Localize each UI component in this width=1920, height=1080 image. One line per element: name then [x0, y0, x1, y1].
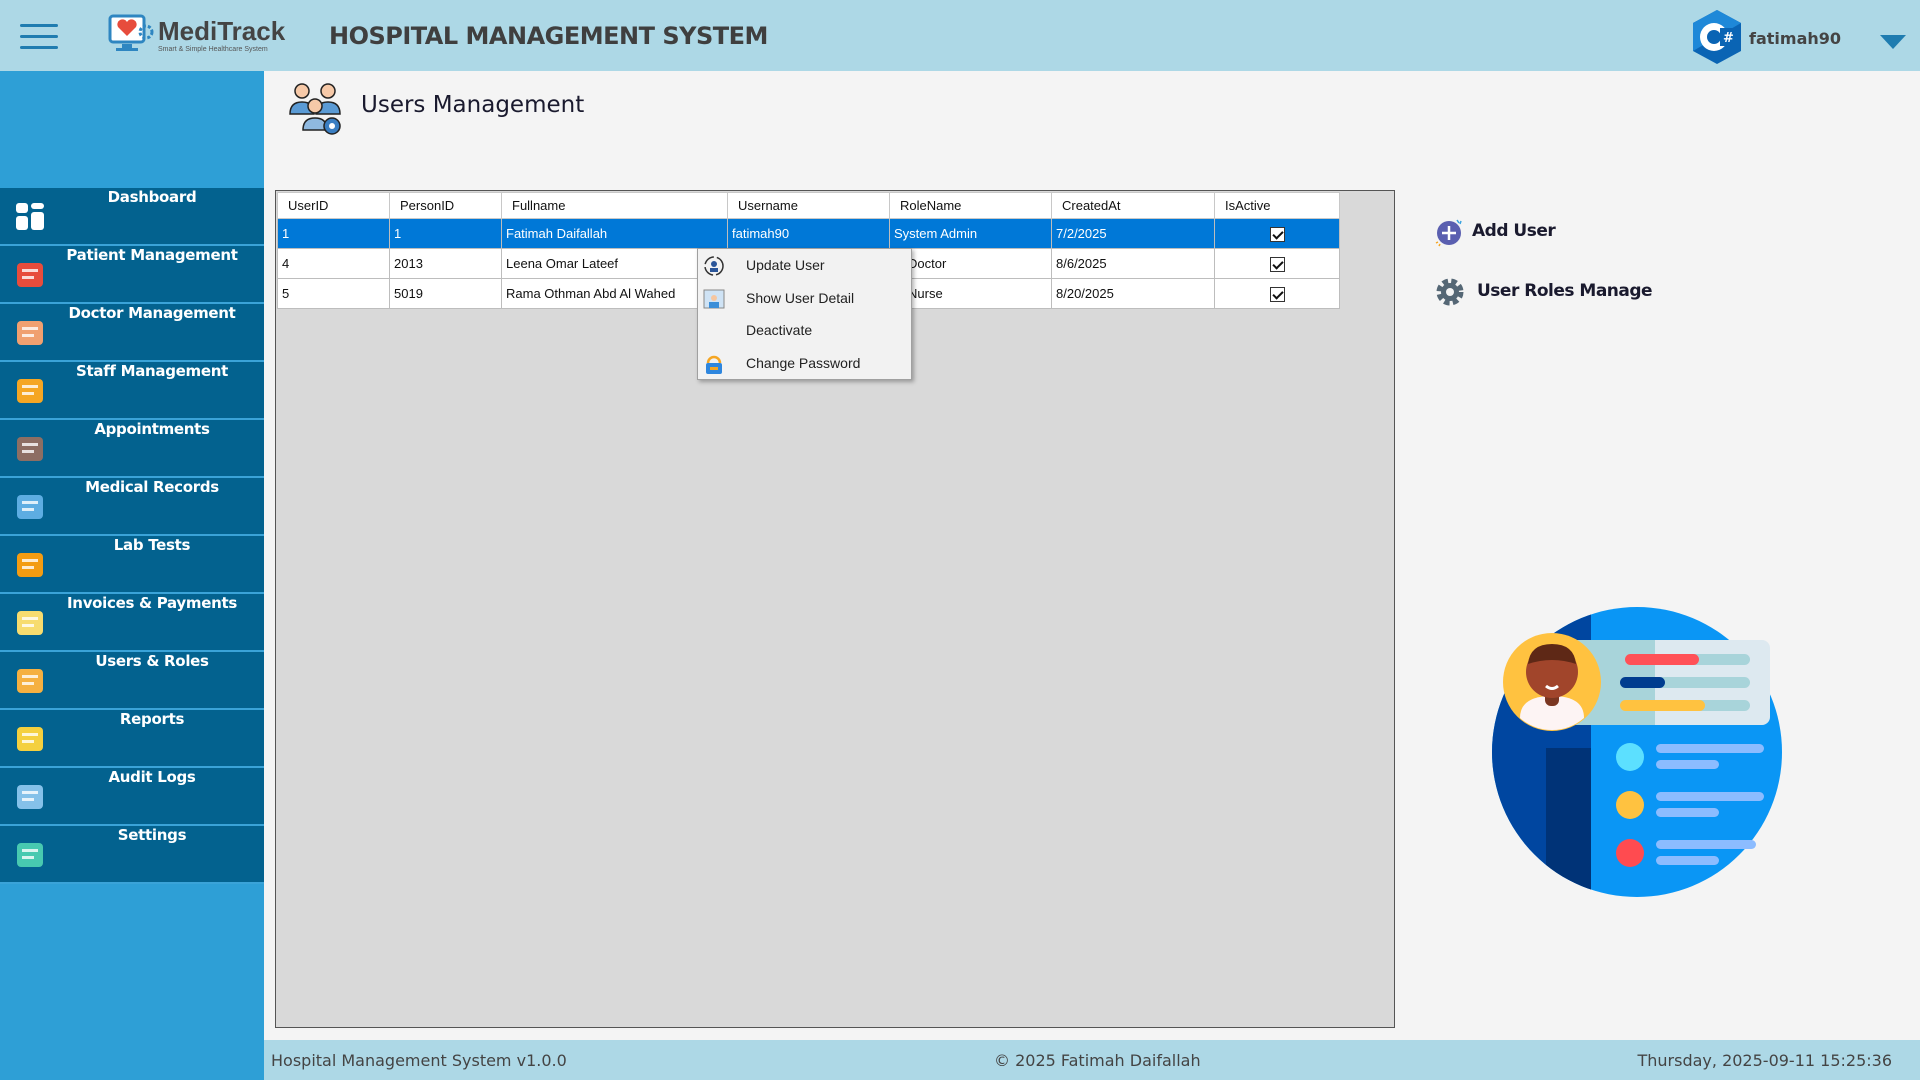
menu-item-change-password[interactable]: Change Password [698, 347, 911, 380]
sidebar-nav: Dashboard Patient Management Doctor Manage… [0, 188, 264, 884]
row-context-menu: Update User Show User Detail Deactivate Cha… [697, 248, 912, 380]
menu-item-update-user[interactable]: Update User [698, 249, 911, 282]
sidebar-item-settings[interactable]: Settings [0, 826, 264, 884]
menu-item-label: Show User Detail [746, 289, 855, 306]
column-header-isactive[interactable]: IsActive [1214, 192, 1340, 219]
logo-tagline: Smart & Simple Healthcare System [158, 46, 268, 53]
sidebar-item-label: Settings [117, 826, 187, 844]
gear-icon [1436, 278, 1464, 306]
meditrack-logo: MediTrack Smart & Simple Healthcare Syst… [108, 14, 288, 56]
table-header-row: UserID PersonID Fullname Username RoleName Cr… [277, 192, 1340, 219]
menu-item-label: Update User [746, 257, 825, 273]
isactive-checkbox[interactable] [1269, 226, 1285, 242]
sidebar-item-audit-logs[interactable]: Audit Logs [0, 768, 264, 826]
sidebar-item-label: Reports [119, 710, 185, 728]
sidebar-item-reports[interactable]: Reports [0, 710, 264, 768]
column-header-fullname[interactable]: Fullname [501, 192, 728, 219]
sidebar-item-label: Invoices & Payments [67, 594, 237, 612]
column-header-createdat[interactable]: CreatedAt [1051, 192, 1215, 219]
cell-createdat[interactable]: 7/2/2025 [1051, 218, 1215, 249]
sidebar-item-label: Medical Records [85, 478, 219, 496]
cell-createdat[interactable]: 8/6/2025 [1051, 248, 1215, 279]
users-management-icon [289, 83, 341, 135]
monitor-heart-icon [108, 14, 154, 51]
user-roles-manage-button[interactable]: User Roles Manage [1435, 277, 1695, 307]
show-user-detail-icon [703, 289, 725, 308]
sidebar-item-label: Lab Tests [113, 536, 191, 554]
column-header-rolename[interactable]: RoleName [889, 192, 1052, 219]
status-bar: Hospital Management System v1.0.0 © 2025… [264, 1040, 1920, 1080]
user-roles-manage-label: User Roles Manage [1477, 281, 1653, 301]
sidebar-item-staff-management[interactable]: Staff Management [0, 362, 264, 420]
sidebar-item-patient-management[interactable]: Patient Management [0, 246, 264, 304]
cell-personid[interactable]: 1 [389, 218, 502, 249]
cell-rolename[interactable]: System Admin [889, 218, 1052, 249]
sidebar-item-label: Users & Roles [95, 652, 209, 670]
column-header-userid[interactable]: UserID [277, 192, 390, 219]
change-password-icon [706, 355, 722, 374]
copyright: © 2025 Fatimah Daifallah [994, 1051, 1201, 1070]
sidebar-item-dashboard[interactable]: Dashboard [0, 188, 264, 246]
cell-personid[interactable]: 2013 [389, 248, 502, 279]
menu-item-deactivate[interactable]: Deactivate [698, 314, 911, 347]
menu-item-label: Change Password [746, 354, 861, 371]
username-label[interactable]: fatimah90 [1749, 29, 1841, 48]
column-header-username[interactable]: Username [727, 192, 890, 219]
svg-text:#: # [1723, 31, 1734, 46]
sidebar: Dashboard Patient Management Doctor Manage… [0, 71, 264, 1080]
sidebar-item-lab-tests[interactable]: Lab Tests [0, 536, 264, 594]
sidebar-item-medical-records[interactable]: Medical Records [0, 478, 264, 536]
cell-fullname[interactable]: Leena Omar Lateef [501, 248, 728, 279]
sidebar-item-label: Audit Logs [108, 768, 196, 786]
isactive-checkbox[interactable] [1269, 256, 1285, 272]
sidebar-item-label: Staff Management [76, 362, 228, 380]
sidebar-item-label: Appointments [94, 420, 210, 438]
sidebar-item-label: Dashboard [107, 188, 197, 206]
sidebar-item-label: Patient Management [66, 246, 238, 264]
sidebar-item-doctor-management[interactable]: Doctor Management [0, 304, 264, 362]
menu-item-show-user-detail[interactable]: Show User Detail [698, 282, 911, 315]
cell-userid[interactable]: 5 [277, 278, 390, 309]
header-bar: MediTrack Smart & Simple Healthcare Syst… [0, 0, 1920, 71]
isactive-checkbox[interactable] [1269, 286, 1285, 302]
cell-rolename[interactable]: Doctor [889, 248, 1052, 279]
logo-name: MediTrack [158, 16, 286, 46]
page-title: Users Management [361, 92, 585, 118]
table-row[interactable]: 1 1 Fatimah Daifallah fatimah90 System Admin… [277, 218, 1340, 249]
user-dropdown-caret-icon[interactable] [1880, 35, 1906, 49]
cell-fullname[interactable]: Rama Othman Abd Al Wahed [501, 278, 728, 309]
add-circle-icon [1435, 219, 1462, 247]
menu-item-label: Deactivate [746, 322, 813, 338]
user-profile-illustration [1492, 607, 1782, 897]
cell-rolename[interactable]: Nurse [889, 278, 1052, 309]
sidebar-item-label: Doctor Management [68, 304, 236, 322]
sidebar-item-invoices-payments[interactable]: Invoices & Payments [0, 594, 264, 652]
sidebar-item-users-roles[interactable]: Users & Roles [0, 652, 264, 710]
cell-isactive[interactable] [1214, 278, 1340, 309]
cell-isactive[interactable] [1214, 248, 1340, 279]
cell-isactive[interactable] [1214, 218, 1340, 249]
cell-personid[interactable]: 5019 [389, 278, 502, 309]
cell-userid[interactable]: 4 [277, 248, 390, 279]
app-version: Hospital Management System v1.0.0 [271, 1051, 567, 1070]
cell-fullname[interactable]: Fatimah Daifallah [501, 218, 728, 249]
cell-userid[interactable]: 1 [277, 218, 390, 249]
cell-createdat[interactable]: 8/20/2025 [1051, 278, 1215, 309]
current-datetime: Thursday, 2025-09-11 15:25:36 [1637, 1051, 1893, 1070]
app-title: HOSPITAL MANAGEMENT SYSTEM [329, 22, 768, 50]
sidebar-item-appointments[interactable]: Appointments [0, 420, 264, 478]
csharp-logo-icon[interactable]: # [1690, 8, 1744, 66]
column-header-personid[interactable]: PersonID [389, 192, 502, 219]
add-user-button[interactable]: Add User [1435, 217, 1615, 247]
add-user-label: Add User [1472, 221, 1556, 241]
hamburger-menu-icon[interactable] [20, 24, 58, 52]
update-user-icon [704, 256, 724, 276]
cell-username[interactable]: fatimah90 [727, 218, 890, 249]
